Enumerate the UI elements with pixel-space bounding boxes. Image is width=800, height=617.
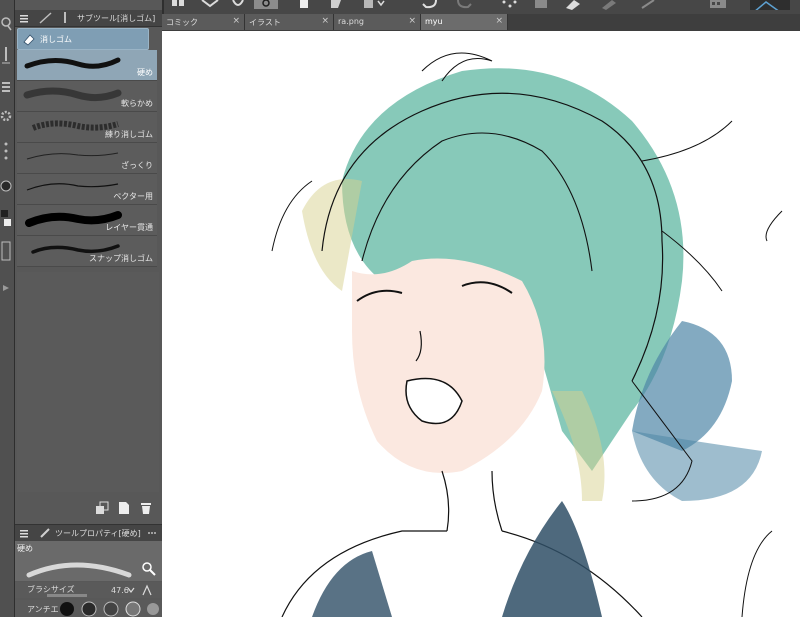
fill-icon[interactable] <box>328 0 344 10</box>
redo-icon[interactable] <box>454 0 474 10</box>
zoom-icon[interactable] <box>0 16 12 32</box>
small-arrow-icon[interactable] <box>0 282 12 294</box>
perspective-icon[interactable] <box>750 0 790 10</box>
close-icon[interactable]: × <box>495 16 503 26</box>
sub-tool-item-rough[interactable]: ざっくり <box>17 143 157 174</box>
sub-tool-item-kneaded[interactable]: 練り消しゴム <box>17 112 157 143</box>
tab-illust[interactable]: イラスト × <box>245 14 334 30</box>
brush-stroke-preview <box>26 183 119 191</box>
layer-list-icon[interactable] <box>0 240 12 262</box>
sub-tool-item-label: ベクター用 <box>113 192 153 201</box>
tool-property-header: ツールプロパティ[硬め] <box>15 524 162 542</box>
brush-settings-icon[interactable] <box>141 561 157 577</box>
pen-icon[interactable] <box>564 0 582 10</box>
close-icon[interactable]: × <box>232 16 240 26</box>
tab-label: コミック <box>166 18 198 27</box>
close-icon[interactable]: × <box>408 16 416 26</box>
sub-tool-item-label: 軟らかめ <box>121 99 153 108</box>
tab-myu[interactable]: myu × <box>421 14 508 30</box>
sub-tool-item-vector[interactable]: ベクター用 <box>17 174 157 205</box>
sub-tool-item-label: ざっくり <box>121 161 153 170</box>
trash-icon[interactable] <box>139 501 153 517</box>
sub-tool-panel: サブツール[消しゴム] 消しゴム 硬め 軟らかめ 練り消しゴム ざっくり ベクタ… <box>15 0 164 617</box>
group-tab-label: 消しゴム <box>40 35 72 44</box>
panel-menu-icon[interactable] <box>19 13 29 23</box>
new-sub-tool-icon[interactable] <box>117 501 131 517</box>
save-icon[interactable] <box>362 0 386 10</box>
gear-icon[interactable] <box>0 108 12 124</box>
tool-property-title: ツールプロパティ[硬め] <box>55 529 141 538</box>
dots-icon[interactable] <box>0 140 12 162</box>
sub-tool-header: サブツール[消しゴム] <box>15 10 162 27</box>
tool-strip <box>0 0 15 617</box>
tab-ra-png[interactable]: ra.png × <box>334 14 421 30</box>
layer-icon[interactable] <box>532 0 550 10</box>
menu-icon[interactable] <box>0 80 12 94</box>
film-icon[interactable] <box>708 0 728 10</box>
stamp-icon[interactable] <box>254 0 278 10</box>
brush-preview <box>15 541 162 581</box>
main-toolbar <box>160 0 800 14</box>
antialias-options[interactable] <box>57 601 161 617</box>
brush-stroke-preview <box>26 152 119 160</box>
eraser-group-tab[interactable]: 消しゴム <box>17 28 149 50</box>
sub-tool-item-label: レイヤー貫通 <box>105 223 153 232</box>
tab-label: イラスト <box>249 18 281 27</box>
sub-tool-empty-area <box>17 272 159 492</box>
preset-name: 硬め <box>17 544 33 553</box>
brush-stroke-preview <box>23 87 122 102</box>
brush-stroke-preview <box>24 57 121 69</box>
more-icon[interactable] <box>147 528 157 538</box>
brush-size-row: ブラシサイズ 47.6 <box>15 582 162 598</box>
tab-comic[interactable]: コミック × <box>162 14 245 30</box>
sub-tool-title: サブツール[消しゴム] <box>77 14 156 23</box>
brush-tab-icon[interactable] <box>39 12 53 24</box>
antialias-row: アンチエ <box>15 600 162 617</box>
ruler-icon[interactable] <box>640 0 658 10</box>
page-icon[interactable] <box>298 0 310 10</box>
sparkle-icon[interactable] <box>500 0 518 10</box>
tab-label: myu <box>425 17 443 26</box>
chevron-down-icon[interactable] <box>127 586 135 594</box>
eraser-icon <box>23 34 35 46</box>
sub-tool-item-label: スナップ消しゴム <box>89 254 153 263</box>
sub-tool-item-hard[interactable]: 硬め <box>17 50 157 81</box>
copy-sub-tool-icon[interactable] <box>95 501 109 517</box>
sub-tool-item-label: 硬め <box>137 68 153 77</box>
sub-tool-item-through-layer[interactable]: レイヤー貫通 <box>17 205 157 236</box>
illustration <box>271 52 783 617</box>
panel-menu-icon[interactable] <box>19 528 29 538</box>
document-tabs: コミック × イラスト × ra.png × myu × <box>162 14 800 31</box>
swatch-icon[interactable] <box>0 208 12 230</box>
antialias-label: アンチエ <box>27 605 59 614</box>
pen-tab-icon[interactable] <box>59 11 73 25</box>
tab-label: ra.png <box>338 17 364 26</box>
drawing-canvas[interactable] <box>162 31 800 617</box>
sub-tool-item-label: 練り消しゴム <box>105 130 153 139</box>
brush-stroke-preview <box>26 562 132 578</box>
color-circle-icon[interactable] <box>0 176 12 196</box>
pressure-icon[interactable] <box>141 584 153 596</box>
sub-tool-list: 硬め 軟らかめ 練り消しゴム ざっくり ベクター用 レイヤー貫通 スナップ消しゴ… <box>17 50 159 272</box>
sub-tool-actions <box>15 498 162 520</box>
select-tool-icon[interactable] <box>200 0 220 10</box>
close-icon[interactable]: × <box>321 16 329 26</box>
grid-icon[interactable] <box>170 0 186 10</box>
pen-tool-icon[interactable] <box>0 46 12 66</box>
brush-size-slider[interactable] <box>47 594 87 597</box>
sub-tool-item-soft[interactable]: 軟らかめ <box>17 81 157 112</box>
sub-tool-item-snap[interactable]: スナップ消しゴム <box>17 236 157 267</box>
eraser-icon[interactable] <box>600 0 618 10</box>
wrench-icon[interactable] <box>39 527 51 539</box>
transform-icon[interactable] <box>230 0 246 10</box>
undo-icon[interactable] <box>420 0 440 10</box>
